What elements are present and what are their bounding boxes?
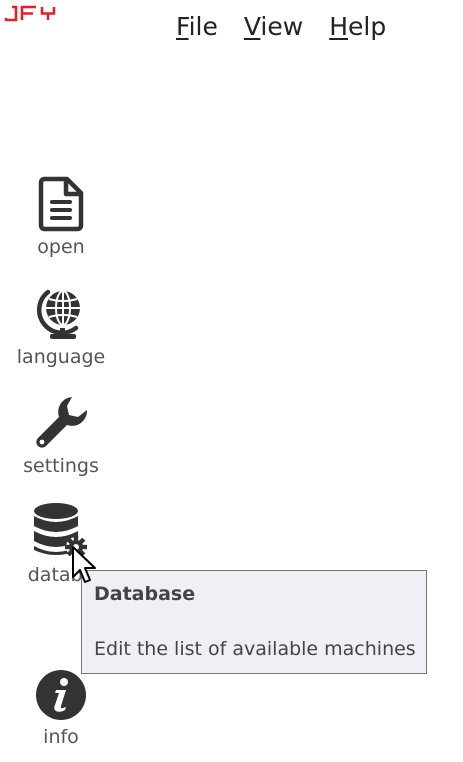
sidebar-item-settings[interactable]: settings	[0, 393, 122, 477]
menu-file[interactable]: File	[176, 10, 218, 44]
tooltip-body: Edit the list of available machines	[94, 638, 416, 660]
database-tooltip: Database Edit the list of available mach…	[81, 570, 427, 674]
wrench-icon	[36, 397, 88, 448]
menu-file-accel: F	[176, 12, 189, 41]
sidebar-item-label: info	[43, 726, 79, 748]
file-document-icon	[38, 176, 84, 232]
sidebar-item-info[interactable]: info	[0, 668, 122, 748]
menu-help-accel: H	[329, 12, 348, 41]
menu-help-label: elp	[348, 12, 387, 41]
menu-help[interactable]: Help	[329, 10, 386, 44]
sidebar-item-label: language	[16, 346, 106, 368]
menu-bar: File View Help	[176, 10, 386, 44]
sidebar-item-label: settings	[23, 455, 99, 477]
sidebar-item-language[interactable]: language	[0, 284, 122, 368]
menu-file-label: ile	[188, 12, 218, 41]
info-icon	[36, 670, 86, 720]
menu-view-accel: V	[243, 12, 261, 41]
jfy-logo-icon	[4, 5, 56, 22]
menu-view[interactable]: View	[244, 10, 303, 44]
mouse-cursor-icon	[72, 546, 96, 583]
sidebar-item-open[interactable]: open	[0, 176, 122, 258]
tooltip-title: Database	[94, 583, 196, 605]
globe-icon	[37, 289, 80, 339]
sidebar-item-label: open	[37, 236, 85, 258]
menu-view-label: iew	[260, 12, 304, 41]
